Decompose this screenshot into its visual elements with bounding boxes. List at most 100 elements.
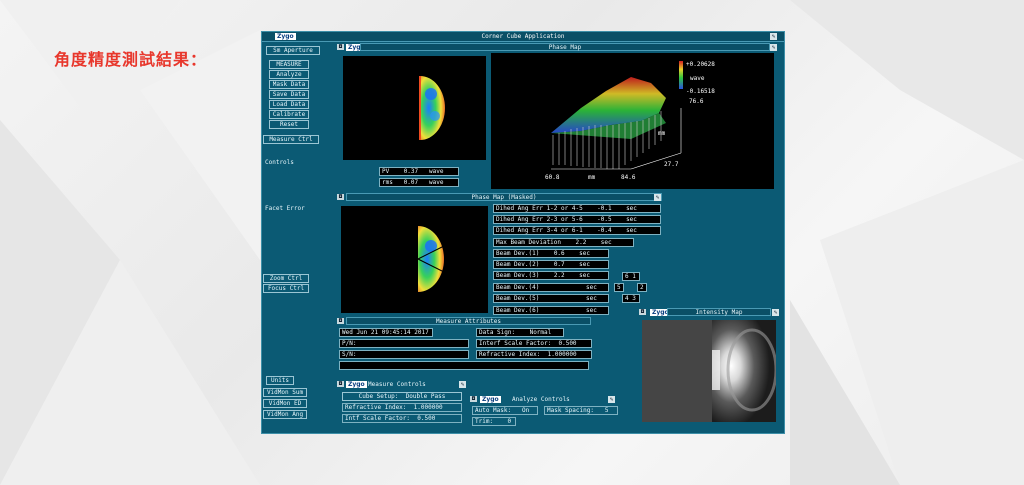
measure-button[interactable]: MEASURE xyxy=(269,60,309,69)
trim-label: Trim: xyxy=(475,418,494,425)
rms-field: rms 0.07 wave xyxy=(379,178,459,187)
dihed-unit-3: sec xyxy=(626,227,637,234)
beam-dev-label-3: Beam Dev.(3) xyxy=(496,272,540,279)
window-title-text: Corner Cube Application xyxy=(481,33,565,40)
close-icon-measure-controls[interactable]: ◘ xyxy=(337,381,344,387)
measure-scale-label: Intf Scale Factor: xyxy=(345,415,411,422)
wrench-icon-intensity[interactable]: ✎ xyxy=(772,309,779,316)
mask-spacing-field[interactable]: Mask Spacing: 5 xyxy=(544,406,618,415)
analyze-button[interactable]: Analyze xyxy=(269,70,309,79)
intensity-title-text: Intensity Map xyxy=(695,309,743,316)
load-data-button[interactable]: Load Data xyxy=(269,100,309,109)
dihed-row-1: Dihed Ang Err 1-2 or 4-5 -0.1 sec xyxy=(493,204,661,213)
beam-dev-unit-6: sec xyxy=(586,307,597,314)
beam-dev-unit-5: sec xyxy=(586,295,597,302)
phase-map-title: Phase Map xyxy=(360,43,770,51)
dihed-row-3: Dihed Ang Err 3-4 or 6-1 -0.4 sec xyxy=(493,226,661,235)
beam-dev-label-1: Beam Dev.(1) xyxy=(496,250,540,257)
automask-label: Auto Mask: xyxy=(475,407,512,414)
vidmon-sum-button[interactable]: VidMon Sum xyxy=(263,388,307,397)
scale-factor-field: Interf Scale Factor: 0.500 xyxy=(476,339,592,348)
measure-refr-value: 1.000000 xyxy=(413,404,443,411)
wrench-icon-masked[interactable]: ✎ xyxy=(654,194,661,201)
data-sign-value: Normal xyxy=(529,329,552,336)
max-dev-unit: sec xyxy=(600,239,612,246)
masked-title: Phase Map (Masked) xyxy=(346,193,662,201)
x-left-label: 60.8 xyxy=(545,174,560,181)
wrench-icon-analyze[interactable]: ✎ xyxy=(608,396,615,403)
facet-label-2: 2 xyxy=(637,283,647,292)
reset-button[interactable]: Reset xyxy=(269,120,309,129)
mask-spacing-value: 5 xyxy=(604,407,609,414)
automask-field[interactable]: Auto Mask: On xyxy=(472,406,538,415)
automask-value: On xyxy=(521,407,530,414)
beam-dev-unit-3: sec xyxy=(579,272,590,279)
beam-dev-value-1: 0.6 xyxy=(553,250,565,257)
beam-dev-value-3: 2.2 xyxy=(553,272,565,279)
cube-setup-button[interactable]: Cube Setup: Double Pass xyxy=(342,392,462,401)
wrench-icon-phase[interactable]: ✎ xyxy=(770,44,777,51)
x-axis-label: mm xyxy=(588,174,596,181)
sn-field[interactable]: S/N: xyxy=(339,350,469,359)
close-icon[interactable]: ◘ xyxy=(337,44,344,50)
focus-ctrl-button[interactable]: Focus Ctrl xyxy=(263,284,309,293)
trim-value: 0 xyxy=(507,418,512,425)
notes-field[interactable] xyxy=(339,361,589,370)
close-icon-intensity[interactable]: ◘ xyxy=(639,309,646,315)
cube-setup-label: Cube Setup: xyxy=(358,393,399,400)
dihed-value-2: -0.5 xyxy=(597,216,612,223)
vidmon-ang-button[interactable]: VidMon Ang xyxy=(263,410,307,419)
dihed-row-2: Dihed Ang Err 2-3 or 5-6 -0.5 sec xyxy=(493,215,661,224)
close-icon-masked[interactable]: ◘ xyxy=(337,194,344,200)
beam-dev-label-6: Beam Dev.(6) xyxy=(496,307,540,314)
beam-dev-label-2: Beam Dev.(2) xyxy=(496,261,540,268)
z-min-label: -0.16518 xyxy=(686,88,715,95)
dihed-label-3: Dihed Ang Err 3-4 or 6-1 xyxy=(496,227,583,234)
intensity-map-image xyxy=(642,320,778,422)
pn-field[interactable]: P/N: xyxy=(339,339,469,348)
wrench-icon-measure[interactable]: ✎ xyxy=(459,381,466,388)
sm-aperture-button[interactable]: Sm Aperture xyxy=(266,46,320,55)
masked-map xyxy=(341,206,488,313)
beam-dev-unit-4: sec xyxy=(586,284,597,291)
close-icon-analyze-controls[interactable]: ◘ xyxy=(470,396,477,402)
close-icon-attributes[interactable]: ◘ xyxy=(337,318,344,324)
measure-refr-field[interactable]: Refractive Index: 1.000000 xyxy=(342,403,462,412)
max-dev-label: Max Beam Deviation xyxy=(496,239,562,246)
refr-index-field: Refractive Index: 1.000000 xyxy=(476,350,592,359)
zygo-logo-measure: Zygo xyxy=(346,381,367,388)
save-data-button[interactable]: Save Data xyxy=(269,90,309,99)
measure-scale-value: 0.500 xyxy=(417,415,436,422)
scale-factor-label: Interf Scale Factor: xyxy=(479,340,552,347)
beam-dev-row-1: Beam Dev.(1) 0.6 sec xyxy=(493,249,609,258)
beam-dev-row-4: Beam Dev.(4) sec xyxy=(493,283,609,292)
trim-field[interactable]: Trim: 0 xyxy=(472,417,516,426)
wrench-icon[interactable]: ✎ xyxy=(770,33,777,40)
max-dev-value: 2.2 xyxy=(575,239,587,246)
date-field: Wed Jun 21 09:45:14 2017 xyxy=(339,328,433,337)
refr-index-value: 1.000000 xyxy=(547,351,577,358)
phase-map-3d: +0.20628 wave -0.16518 76.6 27.7 mm 60.8… xyxy=(491,53,774,189)
pv-field: PV 0.37 wave xyxy=(379,167,459,176)
units-button[interactable]: Units xyxy=(266,376,294,385)
masked-title-text: Phase Map (Masked) xyxy=(471,194,537,201)
measure-ctrl-button[interactable]: Measure Ctrl xyxy=(263,135,319,144)
dihed-value-1: -0.1 xyxy=(597,205,612,212)
mask-data-button[interactable]: Mask Data xyxy=(269,80,309,89)
refr-index-label: Refractive Index: xyxy=(479,351,541,358)
dihed-value-3: -0.4 xyxy=(597,227,612,234)
calibrate-button[interactable]: Calibrate xyxy=(269,110,309,119)
mask-spacing-label: Mask Spacing: xyxy=(547,407,594,414)
phase-map-2d xyxy=(343,56,486,160)
facet-label-43: 4 3 xyxy=(622,294,640,303)
zoom-ctrl-button[interactable]: Zoom Ctrl xyxy=(263,274,309,283)
beam-dev-unit-1: sec xyxy=(579,250,590,257)
vidmon-ed-button[interactable]: VidMon ED xyxy=(263,399,307,408)
phase-map-title-text: Phase Map xyxy=(548,44,582,51)
dihed-label-2: Dihed Ang Err 2-3 or 5-6 xyxy=(496,216,583,223)
attributes-title-text: Measure Attributes xyxy=(435,318,502,325)
pv-value: 0.37 xyxy=(403,168,419,175)
measure-scale-field[interactable]: Intf Scale Factor: 0.500 xyxy=(342,414,462,423)
z-unit-label: wave xyxy=(690,75,705,82)
x-right-label: 84.6 xyxy=(621,174,636,181)
